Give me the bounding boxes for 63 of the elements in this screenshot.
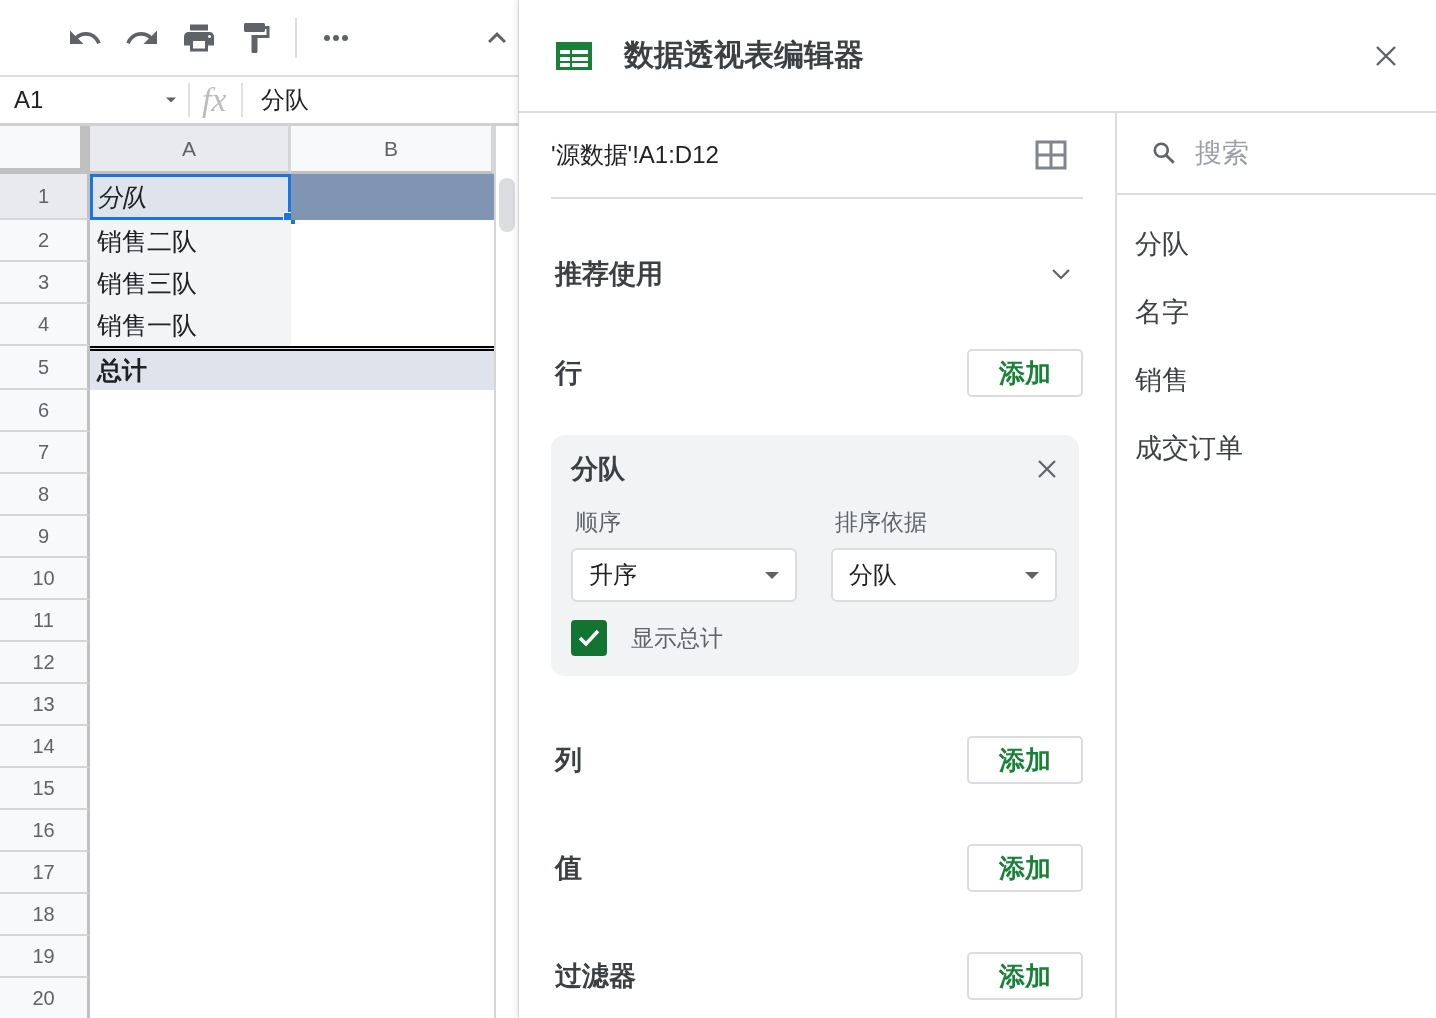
field-label: 排序依据 <box>834 508 928 537</box>
table-cell: 总计 <box>90 346 291 390</box>
field-list-item[interactable]: 分队 <box>1117 225 1436 263</box>
row-header[interactable]: 3 <box>0 262 90 304</box>
field-list-item[interactable]: 成交订单 <box>1117 429 1436 467</box>
table-cell: 销售二队 <box>90 220 291 262</box>
row-header[interactable]: 18 <box>0 894 90 936</box>
add-button[interactable]: 添加 <box>967 844 1083 892</box>
row-header[interactable]: 15 <box>0 768 90 810</box>
section-title: 行 <box>555 357 582 390</box>
panel-title: 数据透视表编辑器 <box>624 37 865 73</box>
close-icon[interactable] <box>1037 459 1057 479</box>
dropdown-icon <box>166 97 176 103</box>
section-title: 值 <box>555 852 582 885</box>
row-header[interactable]: 20 <box>0 978 90 1018</box>
scrollbar-thumb[interactable] <box>499 178 515 232</box>
row-header[interactable]: 11 <box>0 600 90 642</box>
checkbox[interactable] <box>571 620 607 656</box>
row-header[interactable]: 9 <box>0 516 90 558</box>
row-header[interactable]: 1 <box>0 174 90 220</box>
dropdown-arrow-icon <box>1025 571 1039 579</box>
field-label: 顺序 <box>574 508 622 537</box>
grid-select-icon[interactable] <box>1035 140 1067 170</box>
row-header[interactable]: 13 <box>0 684 90 726</box>
search-field[interactable]: 搜索 <box>1193 136 1397 170</box>
checkmark-icon <box>576 627 602 649</box>
add-button[interactable]: 添加 <box>967 952 1083 1000</box>
section-title: 过滤器 <box>555 960 636 993</box>
column-header[interactable]: A <box>90 126 291 174</box>
table-cell: 销售三队 <box>90 262 291 304</box>
row-header[interactable]: 16 <box>0 810 90 852</box>
row-header[interactable]: 6 <box>0 390 90 432</box>
order-dropdown[interactable]: 升序 <box>571 548 797 602</box>
column-header[interactable]: B <box>291 126 494 174</box>
table-cell: 销售一队 <box>90 304 291 346</box>
dropdown-arrow-icon <box>765 571 779 579</box>
data-range-field[interactable]: '源数据'!A1:D12 <box>551 139 719 171</box>
row-header[interactable]: 4 <box>0 304 90 346</box>
row-header[interactable]: 2 <box>0 220 90 262</box>
search-icon <box>1151 140 1177 166</box>
add-button[interactable]: 添加 <box>967 349 1083 397</box>
table-icon <box>555 40 593 71</box>
add-button[interactable]: 添加 <box>967 736 1083 784</box>
row-header[interactable]: 7 <box>0 432 90 474</box>
row-header[interactable]: 12 <box>0 642 90 684</box>
row-header[interactable]: 17 <box>0 852 90 894</box>
chevron-icon[interactable] <box>1051 267 1071 281</box>
checkbox-label: 显示总计 <box>631 623 723 653</box>
row-header[interactable]: 5 <box>0 346 90 390</box>
row-header[interactable]: 19 <box>0 936 90 978</box>
field-list-item[interactable]: 销售 <box>1117 361 1436 399</box>
cell-reference-field[interactable]: A1 <box>0 83 190 117</box>
sort-by-dropdown[interactable]: 分队 <box>831 548 1057 602</box>
card-title: 分队 <box>571 453 625 486</box>
row-header[interactable]: 8 <box>0 474 90 516</box>
section-title[interactable]: 推荐使用 <box>555 256 663 292</box>
function-label: fx <box>190 83 243 117</box>
formula-input[interactable]: 分队 <box>242 84 309 116</box>
close-icon[interactable] <box>1374 43 1398 68</box>
row-header[interactable]: 14 <box>0 726 90 768</box>
row-header[interactable]: 10 <box>0 558 90 600</box>
field-list-item[interactable]: 名字 <box>1117 293 1436 331</box>
section-title: 列 <box>555 744 582 777</box>
